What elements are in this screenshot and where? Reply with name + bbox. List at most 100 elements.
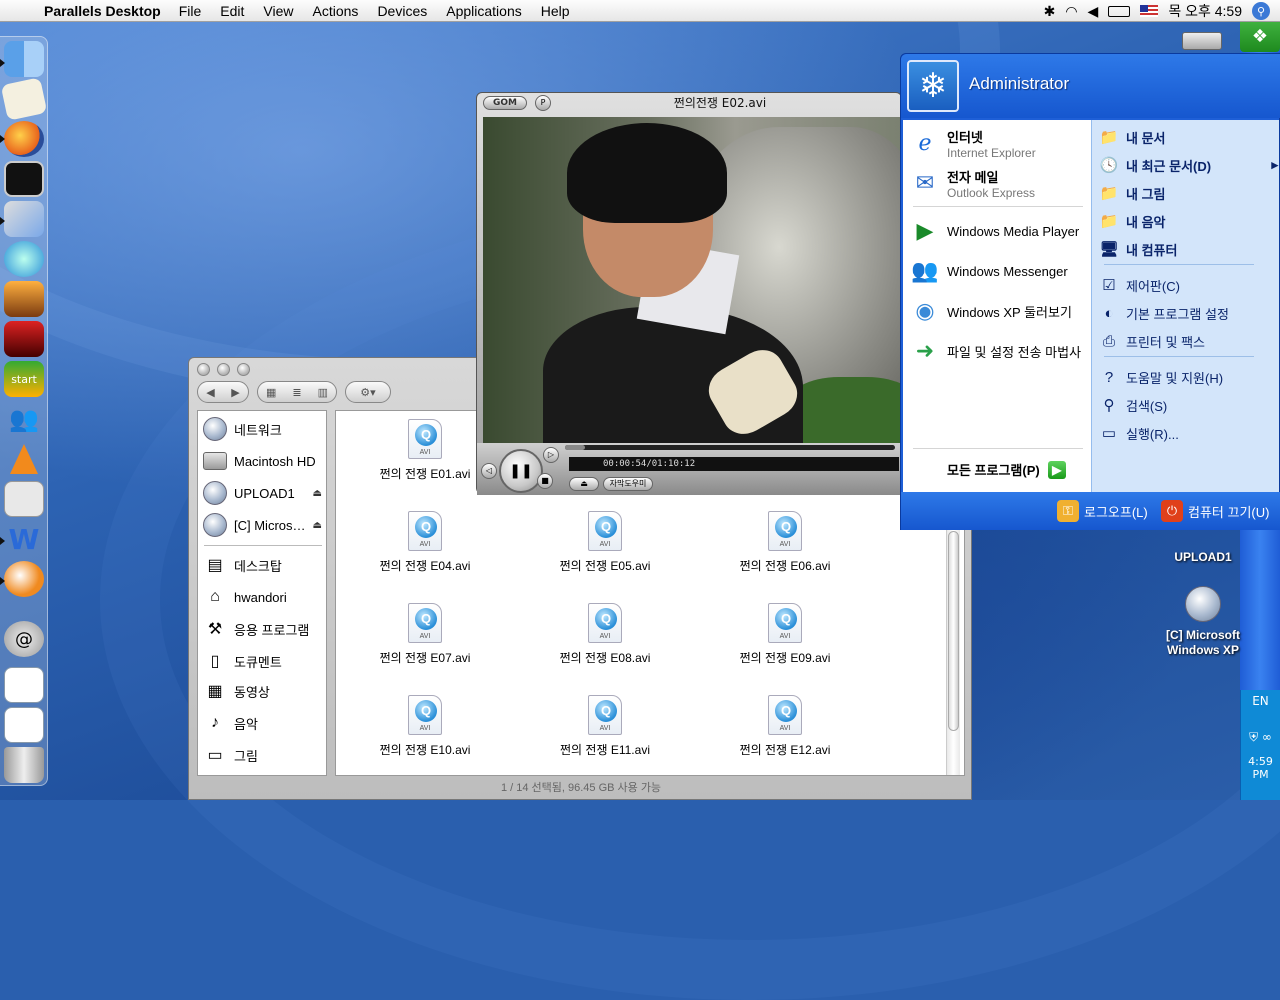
trash-icon[interactable]: [4, 747, 44, 783]
file-item[interactable]: Q AVI 쩐의 전쟁 E12.avi: [720, 695, 850, 773]
sidebar-item[interactable]: ▭ 그림: [198, 741, 328, 769]
drive-icon[interactable]: [1182, 32, 1222, 50]
sidebar-item[interactable]: UPLOAD1 ⏏: [198, 479, 328, 507]
file-item[interactable]: Q AVI 쩐의 전쟁 E06.avi: [720, 511, 850, 589]
msn-icon[interactable]: [4, 561, 44, 597]
security-shield-icon[interactable]: ⛨: [1249, 730, 1258, 744]
xp-clock[interactable]: 4:59 PM: [1241, 755, 1280, 781]
places-item[interactable]: ▭ 실행(R)...: [1098, 420, 1278, 446]
firefox-icon[interactable]: [4, 121, 44, 157]
sidebar-item[interactable]: ▤ 데스크탑: [198, 551, 328, 579]
wifi-icon[interactable]: ◠: [1065, 3, 1077, 20]
mail-icon[interactable]: @: [4, 621, 44, 657]
program-item[interactable]: ✉ 전자 메일 Outlook Express: [909, 164, 1091, 202]
menu-help[interactable]: Help: [541, 3, 570, 19]
places-item[interactable]: 🕓 내 최근 문서(D) ▸: [1098, 152, 1278, 178]
itunes-icon[interactable]: [4, 241, 44, 277]
places-item[interactable]: ☑ 제어판(C): [1098, 272, 1278, 298]
view-mode-buttons[interactable]: ▦ ≣ ▥: [257, 381, 337, 403]
bluetooth-icon[interactable]: ✱: [1044, 3, 1056, 20]
sidebar-item[interactable]: [C] Micros… ⏏: [198, 511, 328, 539]
messenger-icon[interactable]: 👥: [4, 401, 44, 437]
dvd-player-icon[interactable]: [4, 321, 44, 357]
battery-icon[interactable]: [1108, 5, 1131, 17]
menubar-clock[interactable]: 목 오후 4:59: [1168, 1, 1242, 21]
prev-button[interactable]: ◁: [481, 463, 497, 479]
xp-start-button[interactable]: ❖: [1240, 22, 1280, 52]
forward-arrow-icon[interactable]: ▶: [231, 386, 239, 399]
program-item[interactable]: ➜ 파일 및 설정 전송 마법사: [909, 332, 1091, 370]
places-item[interactable]: 📁 내 음악: [1098, 208, 1278, 234]
volume-icon[interactable]: ◀: [1088, 3, 1099, 20]
subtitle-helper-button[interactable]: 자막도우미: [603, 477, 653, 491]
menu-view[interactable]: View: [263, 3, 293, 19]
logoff-button[interactable]: ⚿ 로그오프(L): [1057, 500, 1148, 522]
eject-icon[interactable]: ⏏: [313, 520, 322, 531]
icon-view-icon[interactable]: ▦: [266, 386, 276, 399]
file-item[interactable]: Q AVI 쩐의 전쟁 E04.avi: [360, 511, 490, 589]
action-menu-button[interactable]: ⚙▾: [345, 381, 391, 403]
menu-applications[interactable]: Applications: [446, 3, 522, 19]
zoom-button[interactable]: [237, 363, 250, 376]
sidebar-item[interactable]: ▦ 동영상: [198, 677, 328, 705]
msn-tray-icon[interactable]: ∞: [1262, 730, 1272, 744]
list-view-icon[interactable]: ≣: [292, 386, 301, 399]
sidebar-item[interactable]: Macintosh HD: [198, 447, 328, 475]
textedit-icon[interactable]: [0, 77, 48, 121]
file-item[interactable]: Q AVI 쩐의 전쟁 E09.avi: [720, 603, 850, 681]
file-item[interactable]: Q AVI 쩐의 전쟁 E01.avi: [360, 419, 490, 497]
wmv-icon[interactable]: W: [4, 521, 44, 557]
places-item[interactable]: ⚲ 검색(S): [1098, 392, 1278, 418]
next-button[interactable]: ▷: [543, 447, 559, 463]
minimize-button[interactable]: [217, 363, 230, 376]
places-item[interactable]: ⎙ 프린터 및 팩스: [1098, 328, 1278, 354]
iphoto-icon[interactable]: [4, 281, 44, 317]
input-flag-icon[interactable]: [1140, 5, 1159, 17]
window-icon[interactable]: [4, 707, 44, 743]
pause-button[interactable]: ❚❚: [499, 449, 543, 493]
sidebar-item[interactable]: ⌂ hwandori: [198, 583, 328, 611]
places-item[interactable]: 📁 내 그림: [1098, 180, 1278, 206]
user-avatar-snowflake-icon[interactable]: ❄: [907, 60, 959, 112]
sidebar-item[interactable]: 네트워크: [198, 415, 328, 443]
stop-button[interactable]: ■: [537, 473, 553, 489]
menu-edit[interactable]: Edit: [220, 3, 244, 19]
menu-actions[interactable]: Actions: [313, 3, 359, 19]
file-item[interactable]: Q AVI 쩐의 전쟁 E10.avi: [360, 695, 490, 773]
program-item[interactable]: ◉ Windows XP 둘러보기: [909, 292, 1091, 330]
file-item[interactable]: Q AVI 쩐의 전쟁 E11.avi: [540, 695, 670, 773]
places-item[interactable]: 📁 내 문서: [1098, 124, 1278, 150]
places-item[interactable]: ◐ 기본 프로그램 설정: [1098, 300, 1278, 326]
close-button[interactable]: [197, 363, 210, 376]
program-item[interactable]: 👥 Windows Messenger: [909, 252, 1091, 290]
parallels-icon[interactable]: [4, 201, 44, 237]
desktop-icon-windows-xp-drive[interactable]: [C] Microsoft Windows XP: [1148, 586, 1258, 658]
back-forward-buttons[interactable]: ◀ ▶: [197, 381, 249, 403]
shutdown-button[interactable]: ⏻ 컴퓨터 끄기(U): [1161, 500, 1269, 522]
file-item[interactable]: Q AVI 쩐의 전쟁 E07.avi: [360, 603, 490, 681]
file-item[interactable]: Q AVI 쩐의 전쟁 E08.avi: [540, 603, 670, 681]
bootcamp-icon[interactable]: [4, 481, 44, 517]
vlc-icon[interactable]: [4, 441, 44, 477]
sidebar-item[interactable]: ♪ 음악: [198, 709, 328, 737]
finder-icon[interactable]: [4, 41, 44, 77]
msn-start-icon[interactable]: start: [4, 361, 44, 397]
app-menu[interactable]: Parallels Desktop: [44, 3, 161, 19]
window-icon[interactable]: [4, 667, 44, 703]
places-item[interactable]: ? 도움말 및 지원(H): [1098, 364, 1278, 390]
column-view-icon[interactable]: ▥: [318, 386, 328, 399]
language-indicator[interactable]: EN: [1241, 694, 1280, 708]
eject-icon[interactable]: ⏏: [313, 488, 322, 499]
menu-file[interactable]: File: [179, 3, 202, 19]
file-item[interactable]: Q AVI 쩐의 전쟁 E05.avi: [540, 511, 670, 589]
eject-button[interactable]: ⏏: [569, 477, 599, 491]
all-programs-button[interactable]: 모든 프로그램(P) ▶: [947, 460, 1066, 479]
back-arrow-icon[interactable]: ◀: [206, 386, 214, 399]
sidebar-item[interactable]: ⚒ 응용 프로그램: [198, 615, 328, 643]
program-item[interactable]: ℯ 인터넷 Internet Explorer: [909, 124, 1091, 162]
sidebar-item[interactable]: ▯ 도큐멘트: [198, 647, 328, 675]
program-item[interactable]: ▶ Windows Media Player: [909, 212, 1091, 250]
spotlight-search-icon[interactable]: ⚲: [1252, 2, 1270, 20]
terminal-icon[interactable]: [4, 161, 44, 197]
places-item[interactable]: 🖥 내 컴퓨터: [1098, 236, 1278, 262]
